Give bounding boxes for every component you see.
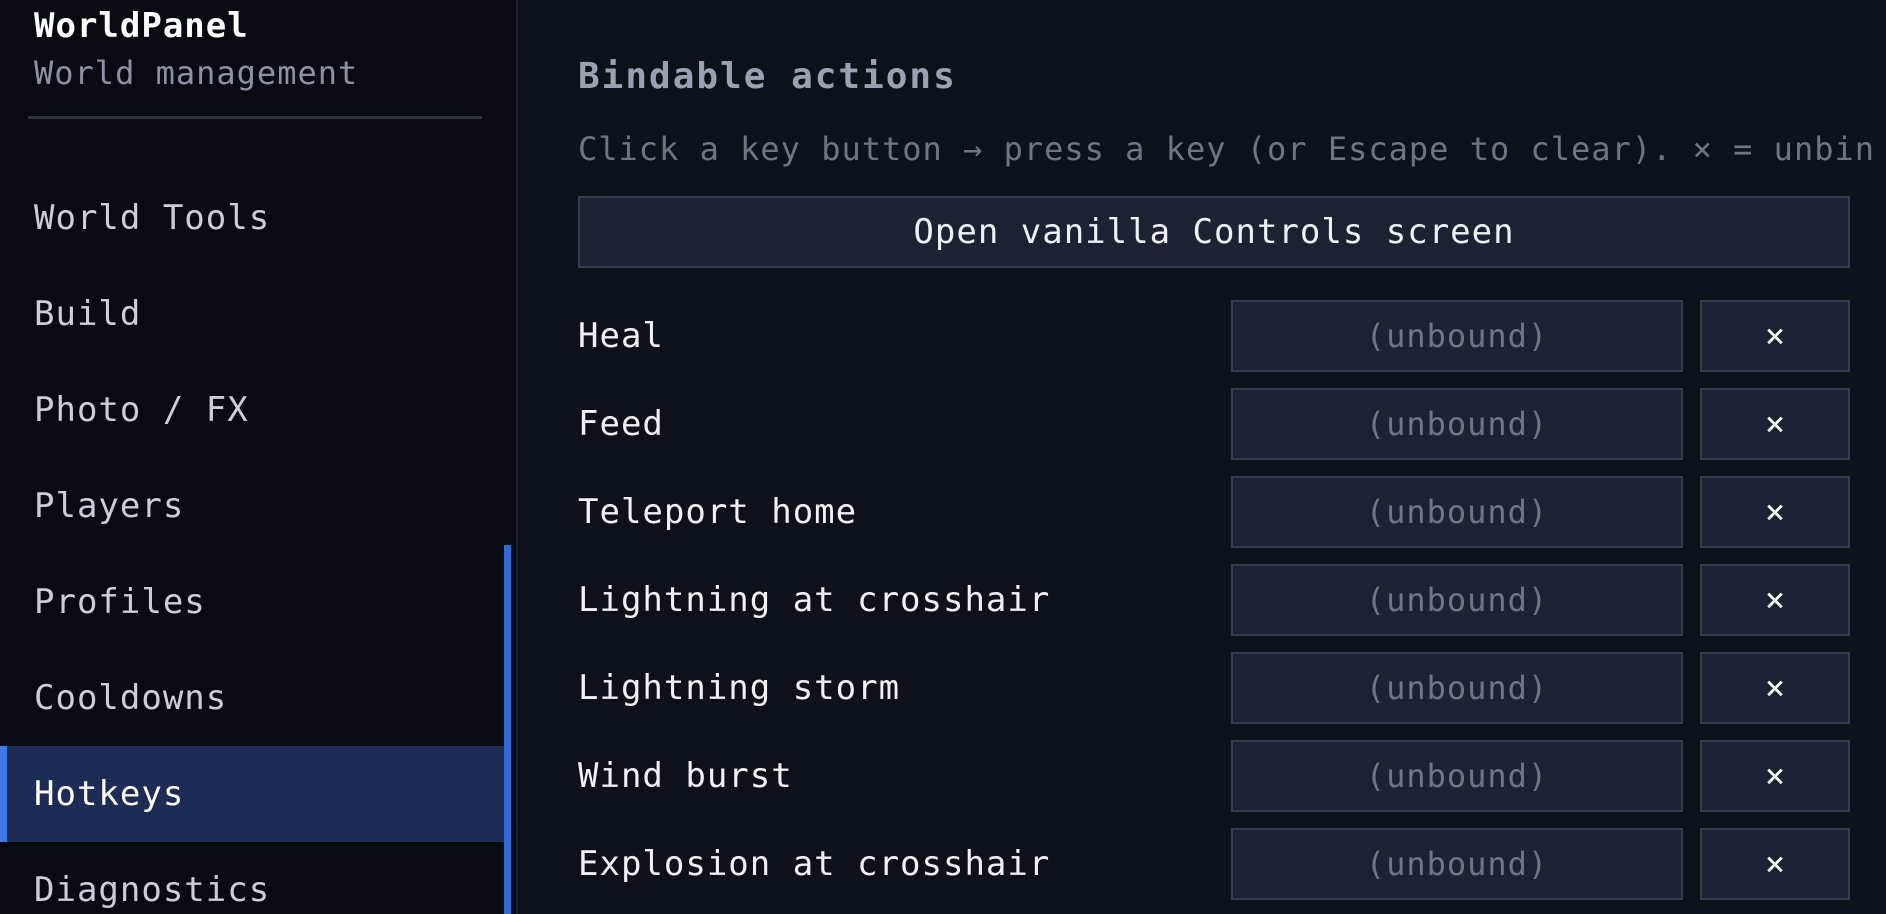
section-title: Bindable actions bbox=[578, 56, 957, 97]
clear-binding-button[interactable]: × bbox=[1700, 388, 1850, 460]
sidebar-item-cooldowns[interactable]: Cooldowns bbox=[0, 650, 504, 746]
key-bind-button[interactable]: (unbound) bbox=[1231, 564, 1683, 636]
binding-row-heal: Heal (unbound) × bbox=[578, 300, 1850, 372]
sidebar-divider bbox=[28, 116, 482, 119]
key-bind-button[interactable]: (unbound) bbox=[1231, 740, 1683, 812]
binding-row-teleport-home: Teleport home (unbound) × bbox=[578, 476, 1850, 548]
clear-binding-button[interactable]: × bbox=[1700, 828, 1850, 900]
action-label: Lightning at crosshair bbox=[578, 580, 1051, 620]
clear-binding-button[interactable]: × bbox=[1700, 300, 1850, 372]
sidebar-scrollbar[interactable] bbox=[504, 545, 511, 914]
key-bind-button[interactable]: (unbound) bbox=[1231, 300, 1683, 372]
key-bind-button[interactable]: (unbound) bbox=[1231, 388, 1683, 460]
sidebar-item-build[interactable]: Build bbox=[0, 266, 504, 362]
sidebar-item-photo-fx[interactable]: Photo / FX bbox=[0, 362, 504, 458]
key-bind-button[interactable]: (unbound) bbox=[1231, 476, 1683, 548]
action-label: Teleport home bbox=[578, 492, 858, 532]
sidebar: WorldPanel World management World Tools … bbox=[0, 0, 518, 914]
action-label: Explosion at crosshair bbox=[578, 844, 1051, 884]
binding-row-wind-burst: Wind burst (unbound) × bbox=[578, 740, 1850, 812]
key-bind-button[interactable]: (unbound) bbox=[1231, 828, 1683, 900]
clear-binding-button[interactable]: × bbox=[1700, 476, 1850, 548]
sidebar-item-hotkeys[interactable]: Hotkeys bbox=[0, 746, 504, 842]
binding-row-lightning-storm: Lightning storm (unbound) × bbox=[578, 652, 1850, 724]
clear-binding-button[interactable]: × bbox=[1700, 564, 1850, 636]
sidebar-item-profiles[interactable]: Profiles bbox=[0, 554, 504, 650]
action-label: Wind burst bbox=[578, 756, 793, 796]
key-bind-button[interactable]: (unbound) bbox=[1231, 652, 1683, 724]
binding-row-feed: Feed (unbound) × bbox=[578, 388, 1850, 460]
clear-binding-button[interactable]: × bbox=[1700, 740, 1850, 812]
app-title: WorldPanel bbox=[34, 6, 249, 46]
action-label: Heal bbox=[578, 316, 664, 356]
binding-row-lightning-at-crosshair: Lightning at crosshair (unbound) × bbox=[578, 564, 1850, 636]
sidebar-item-diagnostics[interactable]: Diagnostics bbox=[0, 842, 504, 914]
sidebar-item-world-tools[interactable]: World Tools bbox=[0, 170, 504, 266]
app-subtitle: World management bbox=[34, 54, 359, 92]
sidebar-item-players[interactable]: Players bbox=[0, 458, 504, 554]
action-label: Feed bbox=[578, 404, 664, 444]
app-window: WorldPanel World management World Tools … bbox=[0, 0, 1886, 914]
clear-binding-button[interactable]: × bbox=[1700, 652, 1850, 724]
binding-row-explosion-at-crosshair: Explosion at crosshair (unbound) × bbox=[578, 828, 1850, 900]
open-vanilla-controls-button[interactable]: Open vanilla Controls screen bbox=[578, 196, 1850, 268]
action-label: Lightning storm bbox=[578, 668, 901, 708]
instructions-hint: Click a key button → press a key (or Esc… bbox=[578, 130, 1875, 168]
main-panel: Bindable actions Click a key button → pr… bbox=[520, 0, 1886, 914]
